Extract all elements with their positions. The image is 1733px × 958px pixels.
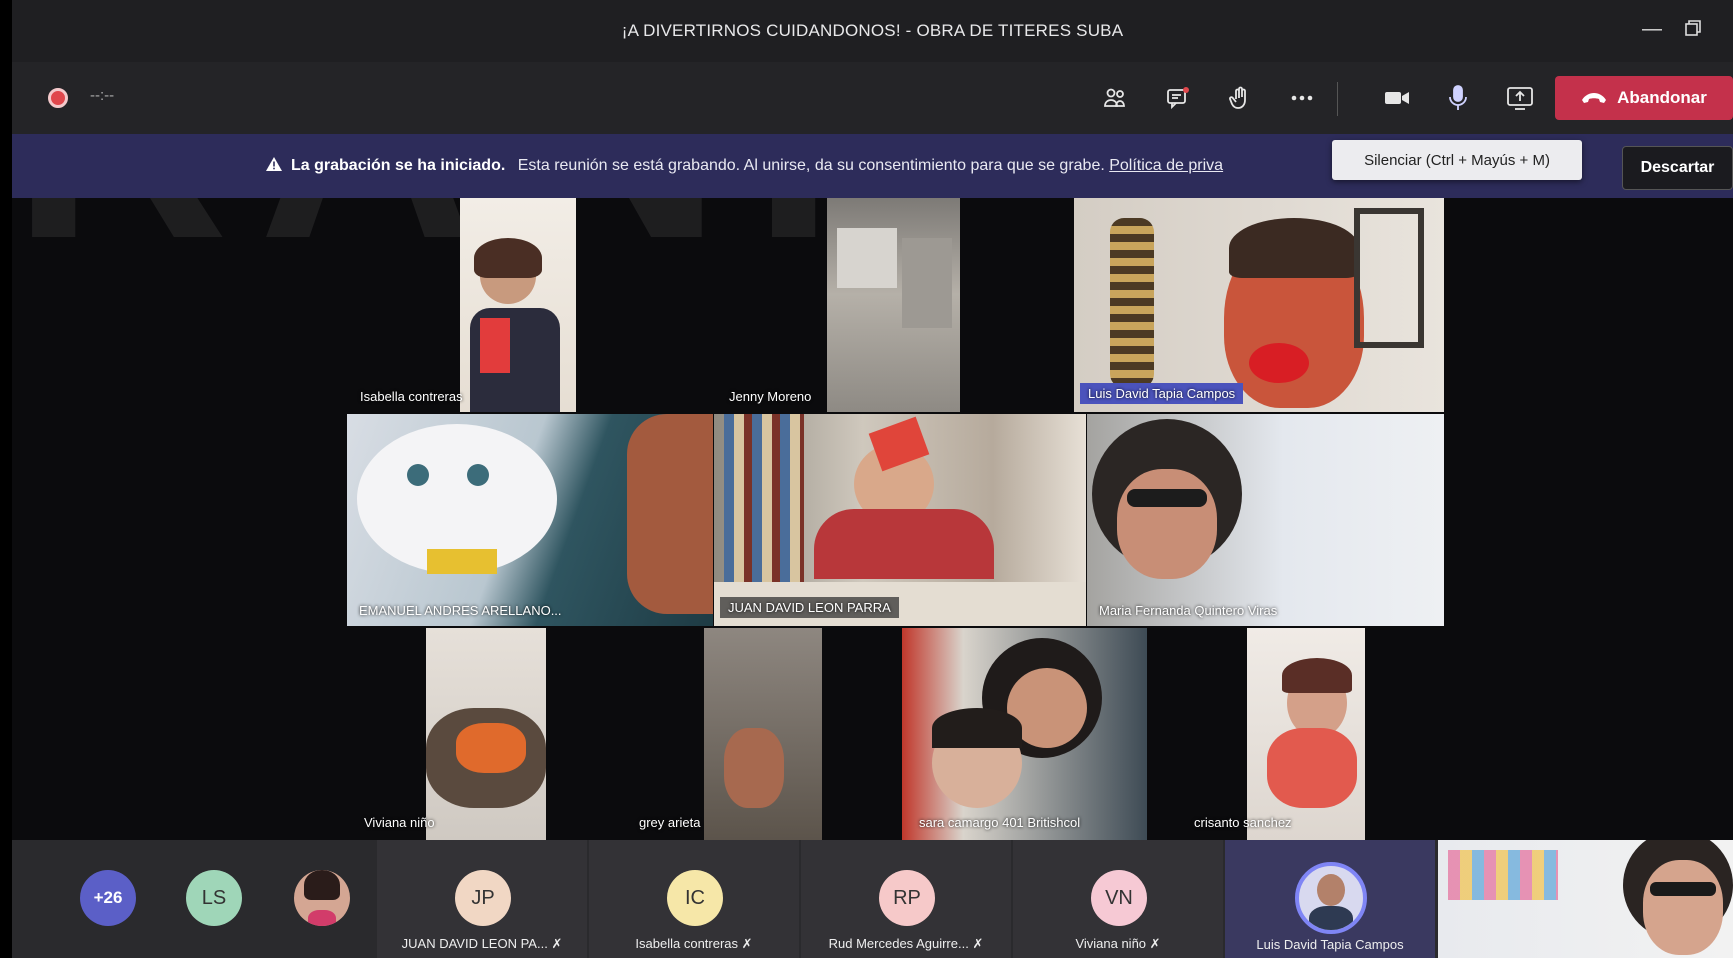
leave-button[interactable]: Abandonar	[1555, 76, 1733, 120]
avatar[interactable]: LS	[186, 870, 242, 926]
window-title: ¡A DIVERTIRNOS CUIDANDONOS! - OBRA DE TI…	[621, 21, 1124, 40]
warning-icon	[265, 156, 283, 177]
leave-label: Abandonar	[1617, 88, 1707, 107]
avatar: JP	[455, 870, 511, 926]
recording-banner-text: La grabación se ha iniciado. Esta reunió…	[265, 156, 1223, 177]
more-options-icon[interactable]	[1284, 80, 1320, 116]
self-view-video[interactable]	[1438, 840, 1733, 958]
participant-name: EMANUEL ANDRES ARELLANO...	[359, 603, 562, 618]
recording-consent-text: Esta reunión se está grabando. Al unirse…	[517, 157, 1105, 174]
participant-name: crisanto sanchez	[1194, 815, 1292, 830]
participant-name: Jenny Moreno	[729, 389, 812, 404]
meeting-toolbar: --:-- Abandonar	[12, 62, 1733, 134]
camera-icon[interactable]	[1379, 80, 1415, 116]
video-tile[interactable]: Luis David Tapia Campos	[1074, 198, 1444, 412]
participant-name: grey arieta	[639, 815, 701, 830]
avatar-photo[interactable]	[294, 870, 350, 926]
meeting-timer: --:--	[90, 87, 115, 104]
participant-card[interactable]: JP JUAN DAVID LEON PA... ✗	[377, 840, 587, 958]
recording-indicator-icon	[48, 88, 68, 108]
participant-name: JUAN DAVID LEON PARRA	[720, 597, 899, 618]
video-tile-label-area: crisanto sanchez	[1182, 806, 1352, 838]
share-screen-icon[interactable]	[1502, 80, 1538, 116]
avatar: VN	[1091, 870, 1147, 926]
avatar-photo	[1295, 862, 1367, 934]
participant-card[interactable]: VN Viviana niño ✗	[1013, 840, 1223, 958]
participant-name: sara camargo 401 Britishcol	[919, 815, 1081, 830]
participant-name: Isabella contreras ✗	[635, 936, 753, 951]
participant-name: Viviana niño	[364, 815, 435, 830]
participant-name: Rud Mercedes Aguirre... ✗	[828, 936, 984, 951]
mic-off-icon: ✗	[972, 936, 984, 951]
video-tile-label-area: Viviana niño	[352, 806, 472, 838]
participant-name: Maria Fernanda Quintero Viras	[1099, 603, 1278, 618]
participant-roster: +26 LS JP JUAN DAVID LEON PA... ✗ IC Isa…	[12, 840, 1733, 958]
chat-icon[interactable]	[1160, 80, 1196, 116]
avatar: RP	[879, 870, 935, 926]
avatar: IC	[667, 870, 723, 926]
restore-icon[interactable]	[1684, 19, 1702, 42]
participant-name: Luis David Tapia Campos	[1256, 937, 1404, 952]
hang-up-icon	[1582, 93, 1607, 103]
participant-name: Viviana niño ✗	[1075, 936, 1161, 951]
video-tile-label-area: grey arieta	[627, 806, 777, 838]
mic-off-icon: ✗	[551, 936, 563, 951]
video-tile[interactable]: EMANUEL ANDRES ARELLANO...	[347, 414, 713, 626]
microphone-icon[interactable]	[1440, 80, 1476, 116]
video-tile-label-area: Jenny Moreno	[717, 380, 867, 412]
title-bar: ¡A DIVERTIRNOS CUIDANDONOS! - OBRA DE TI…	[12, 0, 1733, 62]
overflow-participants-button[interactable]: +26	[80, 870, 136, 926]
mute-tooltip: Silenciar (Ctrl + Mayús + M)	[1332, 140, 1582, 180]
video-tile[interactable]: Maria Fernanda Quintero Viras	[1087, 414, 1444, 626]
recording-started-label: La grabación se ha iniciado.	[291, 157, 506, 174]
participants-icon[interactable]	[1097, 80, 1133, 116]
minimize-icon[interactable]: —	[1642, 18, 1662, 41]
video-tile[interactable]: JUAN DAVID LEON PARRA	[714, 414, 1086, 626]
participant-name: JUAN DAVID LEON PA... ✗	[401, 936, 563, 951]
privacy-policy-link[interactable]: Política de priva	[1109, 157, 1223, 174]
participant-name: Luis David Tapia Campos	[1080, 383, 1244, 404]
mic-off-icon: ✗	[1149, 936, 1161, 951]
participant-card[interactable]: IC Isabella contreras ✗	[589, 840, 799, 958]
teams-meeting-window: RANI ¡A DIVERTIRNOS CUIDANDONOS! - OBRA …	[12, 0, 1733, 958]
participant-card[interactable]: RP Rud Mercedes Aguirre... ✗	[801, 840, 1011, 958]
mic-off-icon: ✗	[741, 936, 753, 951]
toolbar-divider	[1337, 82, 1338, 116]
participant-card[interactable]: Luis David Tapia Campos	[1225, 840, 1435, 958]
video-tile-label-area: sara camargo 401 Britishcol	[907, 806, 1147, 838]
dismiss-button[interactable]: Descartar	[1622, 146, 1733, 190]
video-tile-label-area: Isabella contreras	[352, 380, 512, 412]
raise-hand-icon[interactable]	[1222, 80, 1258, 116]
participant-name: Isabella contreras	[360, 389, 463, 404]
